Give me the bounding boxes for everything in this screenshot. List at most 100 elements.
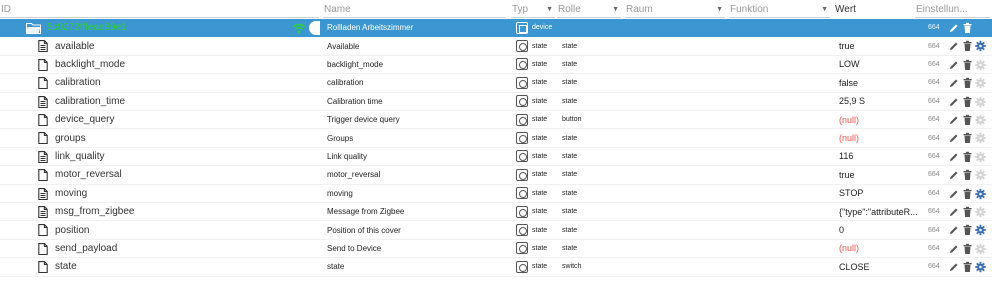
gear-icon[interactable] [975, 243, 986, 255]
state-row[interactable]: backlight_mode backlight_mode state state LO… [0, 56, 992, 75]
gear-icon[interactable] [975, 114, 986, 126]
state-value[interactable]: LOW [839, 56, 923, 73]
state-row[interactable]: moving moving state state STOP 664 [0, 185, 992, 203]
state-type-icon [516, 205, 528, 218]
rolle-column-header: Rolle [558, 4, 581, 15]
edit-icon[interactable] [948, 206, 959, 218]
delete-icon[interactable] [962, 114, 973, 126]
edit-icon[interactable] [948, 132, 959, 144]
edit-icon[interactable] [948, 59, 959, 71]
edit-icon[interactable] [948, 261, 959, 273]
state-value[interactable]: (null) [839, 129, 923, 146]
edit-icon[interactable] [948, 40, 959, 52]
state-row[interactable]: available Available state state true 664 [0, 37, 992, 56]
edit-icon[interactable] [948, 169, 959, 181]
state-row[interactable]: link_quality Link quality state state 116 664 [0, 148, 992, 167]
state-row[interactable]: motor_reversal motor_reversal state state tr… [0, 166, 992, 185]
gear-icon[interactable] [975, 169, 986, 181]
state-row[interactable]: msg_from_zigbee Message from Zigbee state s… [0, 203, 992, 222]
edit-icon[interactable] [948, 224, 959, 236]
funktion-filter-select[interactable]: Funktion ▼ [729, 1, 830, 18]
state-value[interactable]: (null) [839, 111, 923, 128]
gear-icon[interactable] [975, 59, 986, 71]
state-type-label: state [532, 97, 548, 105]
gear-icon[interactable] [975, 132, 986, 144]
edit-icon[interactable] [948, 22, 959, 34]
name-filter-input[interactable]: Name [323, 1, 506, 18]
state-value[interactable]: 116 [839, 148, 923, 165]
delete-icon[interactable] [962, 40, 973, 52]
state-value[interactable]: true [839, 166, 923, 183]
state-role: state [562, 226, 578, 234]
state-value[interactable]: 0 [839, 221, 923, 238]
delete-icon[interactable] [962, 206, 973, 218]
state-id: send_payload [55, 242, 118, 254]
state-row[interactable]: groups Groups state state (null) 664 [0, 129, 992, 148]
delete-icon[interactable] [962, 224, 973, 236]
delete-icon[interactable] [962, 132, 973, 144]
state-name: Trigger device query [327, 115, 400, 125]
id-filter-input[interactable]: ID [0, 1, 319, 18]
delete-icon[interactable] [962, 151, 973, 163]
state-row[interactable]: calibration calibration state state false 664 [0, 74, 992, 93]
gear-icon[interactable] [975, 77, 986, 89]
gear-icon[interactable] [975, 206, 986, 218]
state-value[interactable]: CLOSE [839, 258, 923, 275]
gear-icon[interactable] [975, 40, 986, 52]
typ-filter-select[interactable]: Typ ▼ [511, 1, 555, 18]
raum-filter-select[interactable]: Raum ▼ [625, 1, 725, 18]
state-value[interactable]: (null) [839, 240, 923, 257]
delete-icon[interactable] [962, 96, 973, 108]
file-data-icon [38, 187, 48, 200]
gear-icon[interactable] [975, 151, 986, 163]
state-id: position [55, 224, 90, 236]
state-row[interactable]: calibration_time Calibration time state sta… [0, 93, 992, 111]
delete-icon[interactable] [962, 243, 973, 255]
rolle-filter-select[interactable]: Rolle ▼ [557, 1, 621, 18]
state-row[interactable]: send_payload Send to Device state state (nul… [0, 240, 992, 259]
state-value[interactable]: false [839, 74, 923, 91]
delete-icon[interactable] [962, 188, 973, 200]
state-type-icon [516, 187, 528, 200]
delete-icon[interactable] [962, 169, 973, 181]
state-name: Link quality [327, 151, 368, 161]
gear-icon[interactable] [975, 96, 986, 108]
file-icon [38, 242, 48, 255]
edit-icon[interactable] [948, 77, 959, 89]
file-data-icon [38, 150, 48, 163]
state-type-icon [516, 260, 528, 273]
state-value[interactable]: 25,9 S [839, 93, 923, 110]
state-name: Position of this cover [327, 225, 401, 235]
state-type-icon [516, 224, 528, 237]
state-row[interactable]: position Position of this cover state state… [0, 221, 992, 240]
state-value[interactable]: {"type":"attributeR... [839, 203, 923, 220]
gear-icon[interactable] [975, 261, 986, 273]
edit-icon[interactable] [948, 114, 959, 126]
delete-icon[interactable] [962, 261, 973, 273]
state-value[interactable]: STOP [839, 185, 923, 202]
device-row[interactable]: 5c0272fffeae89e1 Rollladen Arbeitszimmer… [0, 19, 992, 38]
chevron-down-icon: ▼ [546, 6, 553, 13]
typ-column-header: Typ [512, 4, 529, 15]
edit-icon[interactable] [948, 96, 959, 108]
state-type-icon [516, 95, 528, 108]
state-type-label: state [532, 263, 548, 271]
edit-icon[interactable] [948, 188, 959, 200]
edit-icon[interactable] [948, 243, 959, 255]
state-type-label: state [532, 244, 548, 252]
delete-icon[interactable] [962, 77, 973, 89]
state-row[interactable]: state state state switch CLOSE 664 [0, 258, 992, 277]
chevron-down-icon: ▼ [716, 6, 723, 13]
gear-icon[interactable] [975, 188, 986, 200]
gear-icon[interactable] [975, 224, 986, 236]
state-role: state [562, 189, 578, 197]
folder-open-icon[interactable] [26, 22, 41, 34]
state-value[interactable]: true [839, 37, 923, 54]
delete-icon[interactable] [962, 59, 973, 71]
delete-icon[interactable] [962, 22, 973, 34]
state-row[interactable]: device_query Trigger device query state but… [0, 111, 992, 130]
device-name: Rollladen Arbeitszimmer [327, 23, 414, 33]
settings-column-header[interactable]: Einstellun... [915, 1, 990, 18]
edit-icon[interactable] [948, 151, 959, 163]
state-role: state [562, 208, 578, 216]
